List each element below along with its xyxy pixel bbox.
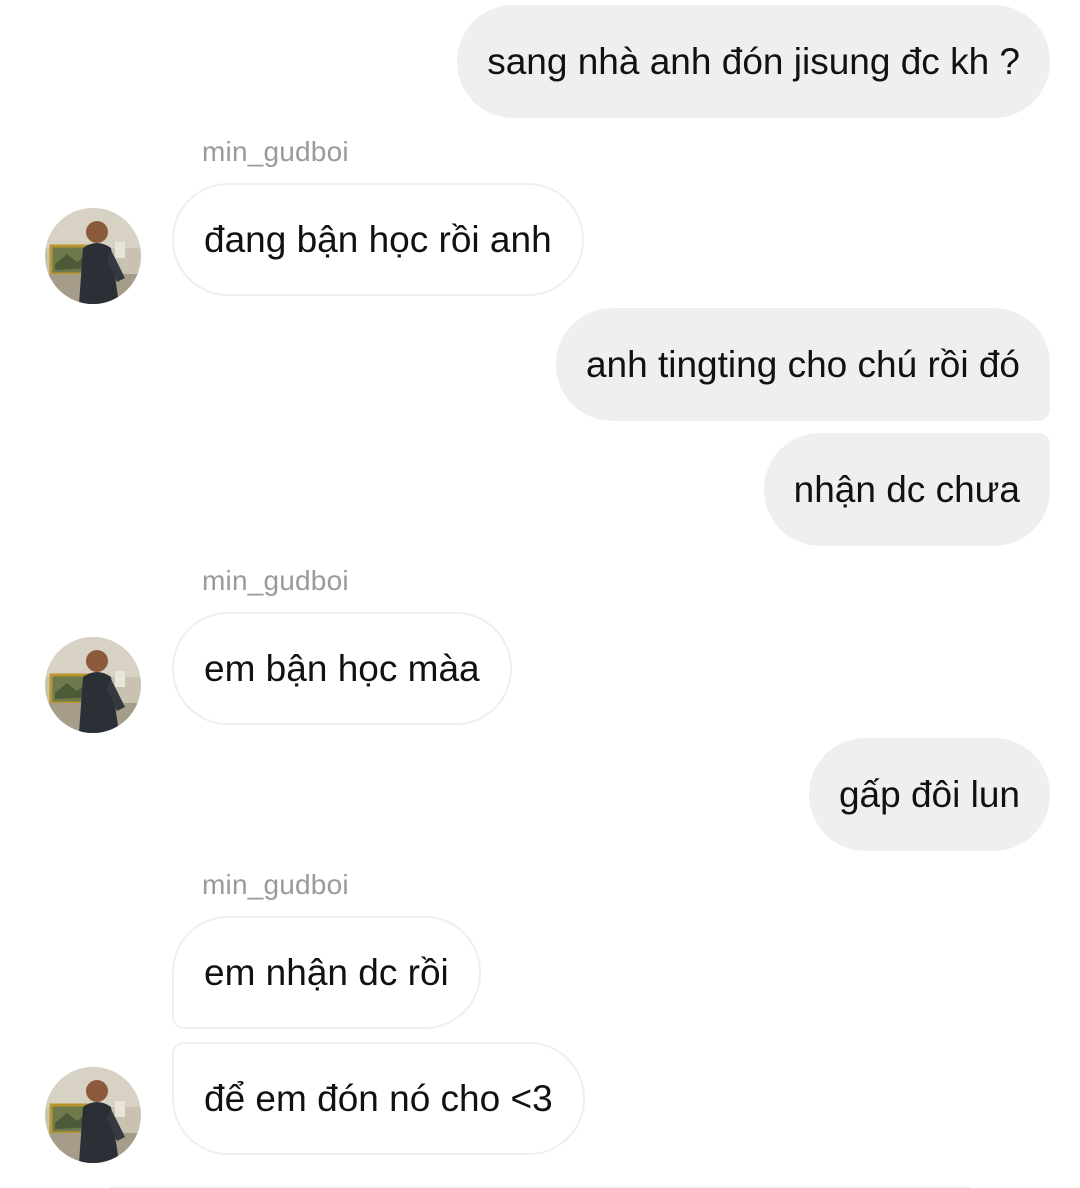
outgoing-message[interactable]: sang nhà anh đón jisung đc kh ? xyxy=(457,5,1050,118)
message-text: đang bận học rồi anh xyxy=(204,219,552,260)
incoming-message[interactable]: để em đón nó cho <3 xyxy=(172,1042,585,1155)
message-text: để em đón nó cho <3 xyxy=(204,1078,553,1119)
message-text: em nhận dc rồi xyxy=(204,952,449,993)
sender-name: min_gudboi xyxy=(202,565,349,596)
message-text: gấp đôi lun xyxy=(838,774,1020,815)
message-text: sang nhà anh đón jisung đc kh ? xyxy=(487,41,1020,82)
incoming-message[interactable]: em bận học màa xyxy=(172,612,512,725)
avatar[interactable] xyxy=(45,637,141,733)
message-text: nhận dc chưa xyxy=(793,469,1020,510)
incoming-message[interactable]: em nhận dc rồi xyxy=(172,916,481,1029)
outgoing-message[interactable]: anh tingting cho chú rồi đó xyxy=(555,308,1050,421)
incoming-message[interactable]: đang bận học rồi anh xyxy=(172,183,584,296)
outgoing-message[interactable]: gấp đôi lun xyxy=(808,738,1050,851)
avatar[interactable] xyxy=(45,1067,141,1163)
outgoing-message[interactable]: nhận dc chưa xyxy=(763,433,1050,546)
message-text: em bận học màa xyxy=(204,648,480,689)
profile-photo-icon xyxy=(45,208,141,304)
avatar[interactable] xyxy=(45,208,141,304)
message-text: anh tingting cho chú rồi đó xyxy=(585,344,1020,385)
sender-name: min_gudboi xyxy=(202,869,349,900)
profile-photo-icon xyxy=(45,1067,141,1163)
sender-name: min_gudboi xyxy=(202,136,349,167)
profile-photo-icon xyxy=(45,637,141,733)
